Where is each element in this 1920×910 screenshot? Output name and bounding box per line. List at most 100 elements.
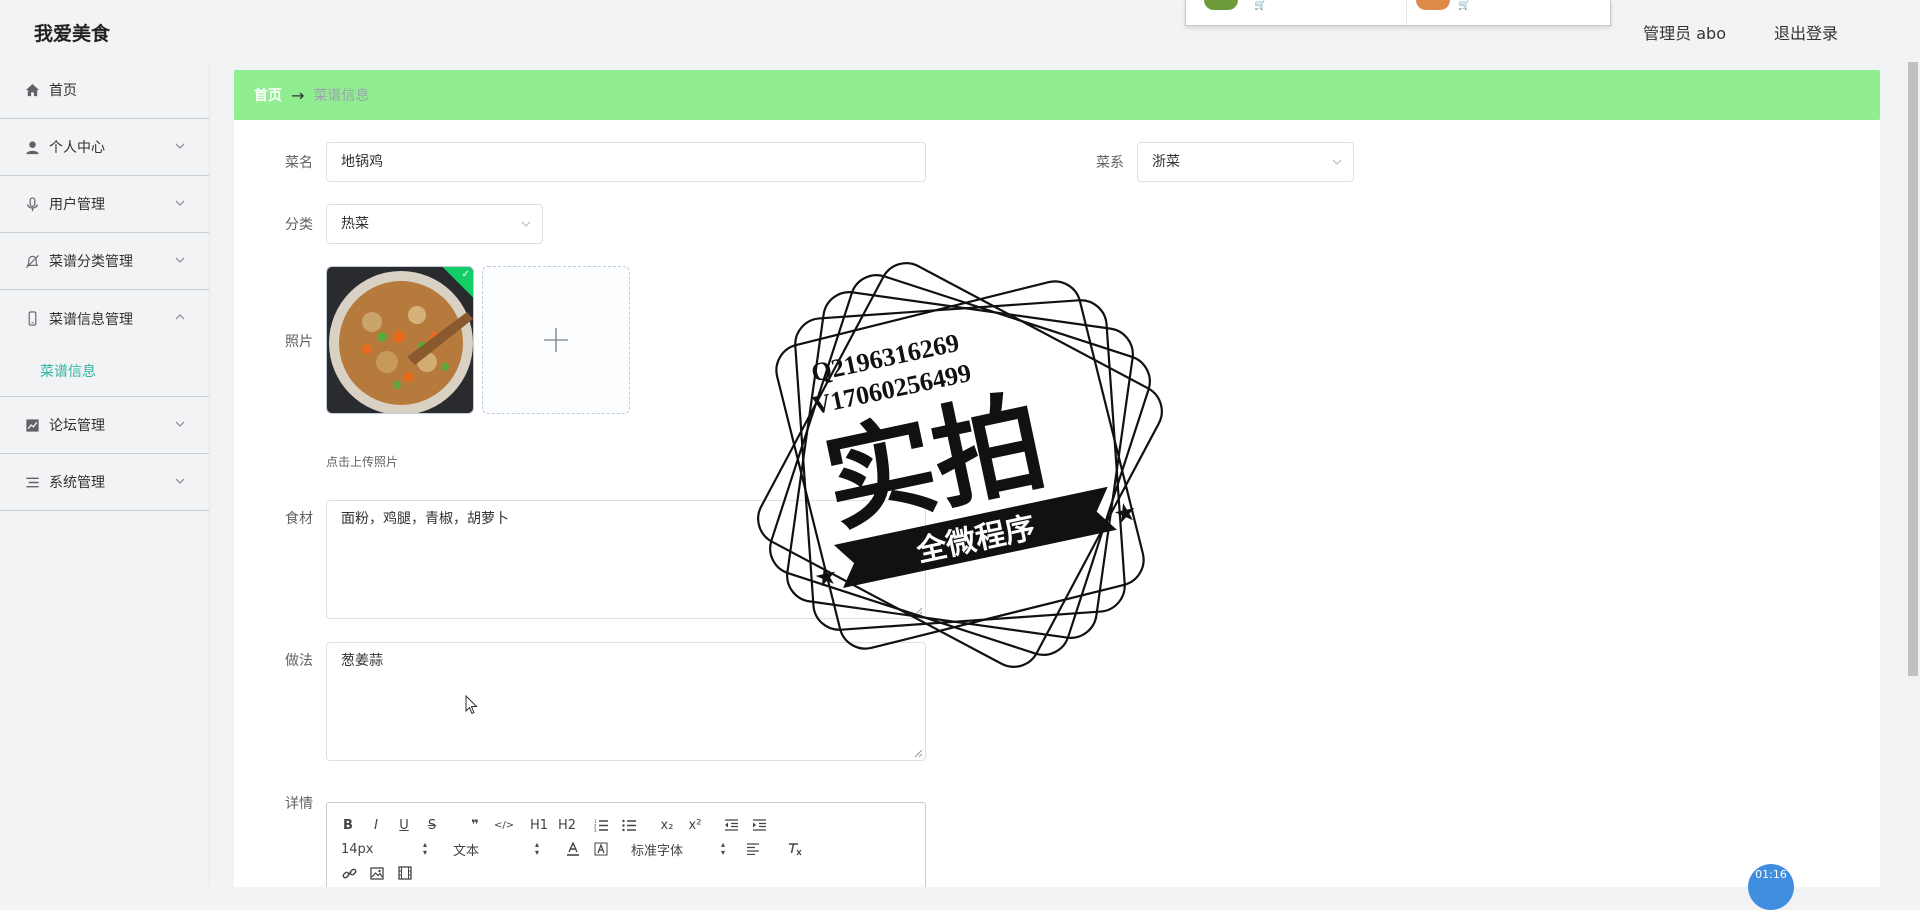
block-type-picker[interactable]: 文本 ▴ ▾: [453, 839, 539, 859]
phone-icon: [24, 310, 41, 327]
mouse-cursor-icon: [465, 695, 478, 715]
outdent-button[interactable]: [723, 815, 739, 835]
font-family-picker[interactable]: 标准字体 ▴ ▾: [631, 839, 725, 859]
background-color-button[interactable]: [593, 839, 609, 859]
resize-handle[interactable]: [914, 749, 923, 758]
photo-label: 照片: [285, 334, 313, 350]
editor-toolbar-row-1: B I U S ❞ </> H1 H2 123 x₂ x²: [341, 815, 767, 835]
sidebar-item-system[interactable]: 系统管理: [0, 454, 209, 511]
sidebar-item-label: 论坛管理: [49, 418, 105, 434]
font-color-button[interactable]: [565, 839, 581, 859]
image-icon: [370, 866, 384, 880]
sidebar: 首页 个人中心 用户管理 菜谱分类管理 菜谱信息管理 菜谱信息 论坛管理 系统管…: [0, 62, 210, 887]
method-value: 葱姜蒜: [341, 653, 383, 669]
chevron-up-icon: [175, 314, 185, 320]
product-thumb[interactable]: [1416, 0, 1450, 10]
category-select[interactable]: 热菜: [326, 204, 543, 244]
chevron-down-icon: [175, 143, 185, 149]
app-title: 我爱美食: [34, 23, 111, 45]
home-icon: [24, 82, 41, 99]
clear-format-icon: [789, 843, 802, 856]
sidebar-item-recipe-info[interactable]: 菜谱信息管理: [0, 290, 209, 347]
floating-timer-text: 01:16: [1755, 868, 1787, 881]
breadcrumb-separator: →: [291, 85, 305, 105]
background-color-icon: [594, 842, 608, 856]
font-size-picker[interactable]: 14px ▴ ▾: [341, 839, 427, 859]
divider: [1406, 0, 1407, 25]
category-label: 分类: [285, 217, 313, 233]
font-size-value: 14px: [341, 841, 374, 857]
cuisine-select[interactable]: 浙菜: [1137, 142, 1354, 182]
recipe-info-submenu: 菜谱信息: [0, 347, 209, 397]
strike-button[interactable]: S: [425, 815, 439, 835]
cart-icon[interactable]: 🛒: [1458, 0, 1470, 11]
breadcrumb: 首页 → 菜谱信息: [234, 70, 1880, 120]
link-button[interactable]: [341, 863, 357, 883]
clear-format-button[interactable]: [787, 839, 803, 859]
sidebar-item-label: 菜谱分类管理: [49, 254, 133, 270]
star-icon: ★: [812, 560, 841, 594]
bullet-list-button[interactable]: [621, 815, 637, 835]
svg-text:3: 3: [594, 828, 597, 832]
cuisine-select-value: 浙菜: [1152, 154, 1180, 170]
admin-user-label[interactable]: 管理员 abo: [1643, 20, 1726, 44]
link-icon: [342, 868, 356, 878]
outdent-icon: [724, 819, 738, 831]
chart-icon: [24, 417, 41, 434]
top-header: 我爱美食 🛒 🛒 管理员 abo 退出登录: [0, 0, 1920, 62]
logout-button[interactable]: 退出登录: [1774, 20, 1838, 44]
ordered-list-button[interactable]: 123: [593, 815, 609, 835]
italic-button[interactable]: I: [369, 815, 383, 835]
page-scrollbar-thumb[interactable]: [1908, 62, 1918, 676]
indent-icon: [752, 819, 766, 831]
list-icon: [24, 474, 41, 491]
sidebar-subitem-recipe-info[interactable]: 菜谱信息: [0, 347, 209, 397]
sidebar-item-label: 用户管理: [49, 197, 105, 213]
quote-button[interactable]: ❞: [467, 815, 483, 835]
breadcrumb-home[interactable]: 首页: [254, 85, 282, 105]
name-input[interactable]: 地锅鸡: [326, 142, 926, 182]
cart-dropdown-peek[interactable]: 🛒 🛒: [1185, 0, 1611, 26]
sidebar-item-label: 个人中心: [49, 140, 105, 156]
picker-arrows-icon: ▴ ▾: [720, 840, 725, 857]
plus-icon: [544, 328, 568, 352]
video-button[interactable]: [397, 863, 413, 883]
uploaded-photo[interactable]: ✓: [326, 266, 474, 414]
sidebar-item-users[interactable]: 用户管理: [0, 176, 209, 233]
sidebar-item-personal[interactable]: 个人中心: [0, 119, 209, 176]
sidebar-item-label: 系统管理: [49, 475, 105, 491]
dish-photo: [327, 267, 473, 413]
floating-timer-button[interactable]: 01:16: [1748, 864, 1794, 910]
sidebar-item-recipe-category[interactable]: 菜谱分类管理: [0, 233, 209, 290]
bullet-list-icon: [621, 819, 636, 831]
rich-text-editor[interactable]: B I U S ❞ </> H1 H2 123 x₂ x² 14px ▴ ▾ 文本…: [326, 802, 926, 887]
superscript-button[interactable]: x²: [687, 815, 703, 835]
name-label: 菜名: [285, 155, 313, 171]
chevron-down-icon: [175, 200, 185, 206]
align-button[interactable]: [745, 839, 761, 859]
cart-icon[interactable]: 🛒: [1254, 0, 1266, 11]
h1-button[interactable]: H1: [529, 815, 549, 835]
bell-off-icon: [24, 253, 41, 270]
method-label: 做法: [285, 653, 313, 669]
image-button[interactable]: [369, 863, 385, 883]
upload-button[interactable]: [482, 266, 630, 414]
h2-button[interactable]: H2: [557, 815, 577, 835]
underline-button[interactable]: U: [397, 815, 411, 835]
sidebar-item-home[interactable]: 首页: [0, 62, 209, 119]
watermark-stamp: Q2196316269 V17060256499 实拍 全微程序 ★ ★: [757, 262, 1163, 668]
editor-toolbar-row-2: 14px ▴ ▾ 文本 ▴ ▾ 标准字体 ▴ ▾: [341, 839, 803, 859]
subscript-button[interactable]: x₂: [659, 815, 675, 835]
category-select-value: 热菜: [341, 216, 369, 232]
code-button[interactable]: </>: [494, 815, 514, 835]
star-icon: ★: [1111, 497, 1140, 531]
breadcrumb-current: 菜谱信息: [313, 88, 370, 104]
indent-button[interactable]: [751, 815, 767, 835]
bold-button[interactable]: B: [341, 815, 355, 835]
product-thumb[interactable]: [1204, 0, 1238, 10]
sidebar-item-forum[interactable]: 论坛管理: [0, 397, 209, 454]
font-family-value: 标准字体: [631, 843, 684, 859]
chevron-down-icon: [1332, 159, 1342, 165]
upload-tip: 点击上传照片: [326, 455, 399, 469]
sidebar-item-label: 首页: [49, 83, 77, 99]
